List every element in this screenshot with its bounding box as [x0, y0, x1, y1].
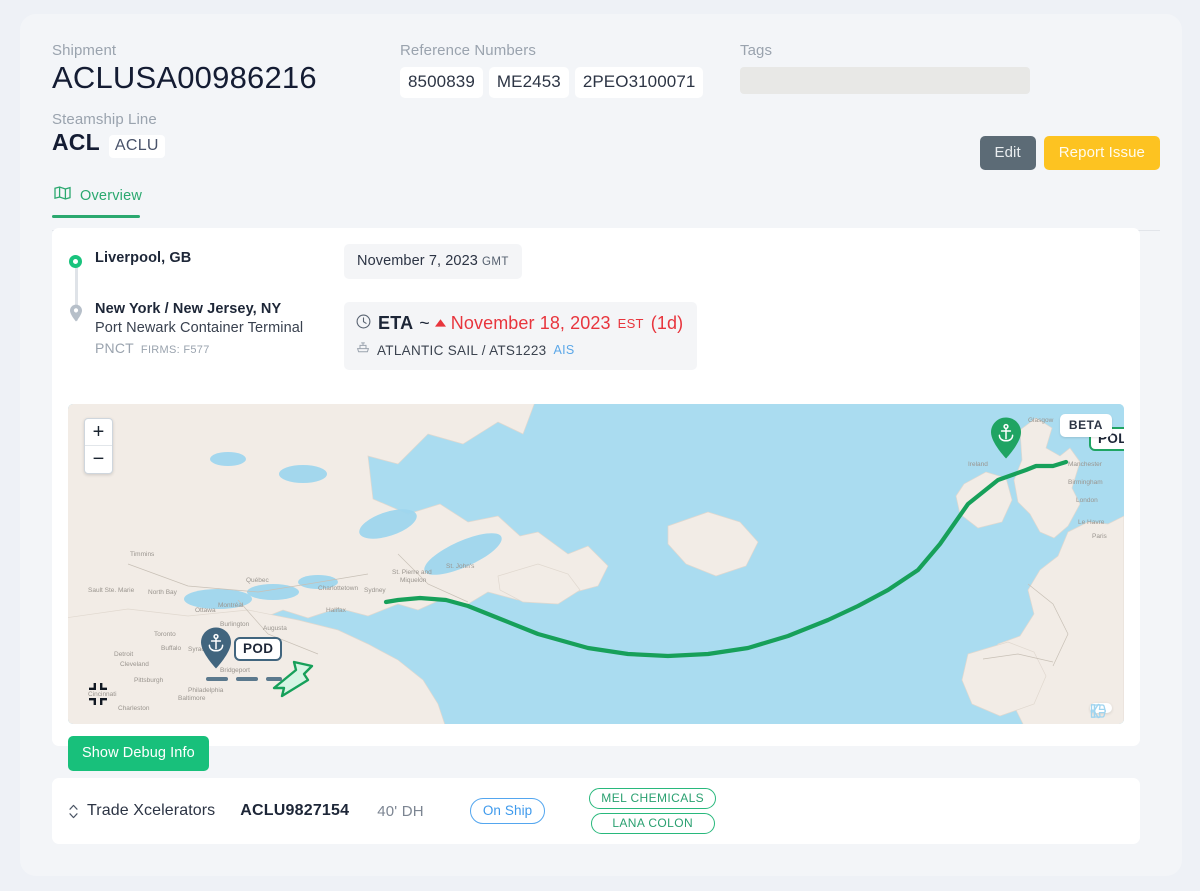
destination-pin-icon — [69, 304, 83, 322]
container-row[interactable]: Trade Xcelerators ACLU9827154 40' DH On … — [52, 778, 1140, 844]
exit-fullscreen-icon[interactable] — [85, 681, 111, 707]
svg-text:Le Havre: Le Havre — [1078, 519, 1105, 526]
svg-text:Miquelon: Miquelon — [400, 577, 427, 584]
pod-label: POD — [234, 637, 282, 661]
steamship-code: ACL — [52, 129, 100, 156]
container-number: ACLU9827154 — [240, 802, 349, 820]
svg-text:Charlottetown: Charlottetown — [318, 585, 358, 592]
svg-text:Paris: Paris — [1092, 533, 1108, 540]
departure-date: November 7, 2023 — [357, 253, 478, 269]
steamship-label: Steamship Line — [52, 111, 1160, 128]
container-tag: LANA COLON — [591, 813, 715, 834]
tab-active-indicator — [52, 215, 140, 218]
tab-overview-label: Overview — [80, 188, 142, 204]
container-size: 40' DH — [377, 803, 424, 820]
svg-text:Birmingham: Birmingham — [1068, 479, 1103, 486]
zoom-in-button[interactable]: + — [85, 419, 112, 446]
sort-toggle-icon[interactable] — [68, 803, 79, 820]
svg-text:Sydney: Sydney — [364, 587, 386, 594]
beta-badge: BETA — [1060, 414, 1112, 437]
eta-date: November 18, 2023 — [451, 313, 611, 334]
eta-timezone: EST — [618, 316, 644, 331]
container-tag: MEL CHEMICALS — [589, 788, 716, 809]
svg-text:North Bay: North Bay — [148, 589, 178, 596]
overview-card: Liverpool, GB New York / New Jersey, NY … — [52, 228, 1140, 746]
origin-dot-icon — [69, 255, 82, 268]
edit-button[interactable]: Edit — [980, 136, 1036, 170]
svg-text:St. John's: St. John's — [446, 563, 475, 570]
eta-delta: (1d) — [651, 313, 683, 334]
map-feedback-controls — [1090, 703, 1112, 713]
tags-input[interactable] — [740, 67, 1030, 94]
eta-box: ETA ~ November 18, 2023 EST (1d) ATLANTI… — [344, 302, 697, 370]
steamship-scac: ACLU — [109, 135, 165, 158]
svg-text:Québec: Québec — [246, 577, 270, 584]
container-status-badge: On Ship — [470, 798, 545, 824]
svg-text:Philadelphia: Philadelphia — [188, 687, 224, 694]
reference-numbers-block: Reference Numbers 8500839 ME2453 2PEO310… — [400, 42, 703, 98]
map-book-icon — [54, 186, 71, 205]
svg-text:Pittsburgh: Pittsburgh — [134, 677, 164, 684]
app-panel: Shipment ACLUSA00986216 Steamship Line A… — [20, 14, 1182, 876]
svg-text:Augusta: Augusta — [263, 625, 287, 632]
departure-timezone: GMT — [482, 256, 509, 268]
timeline-origin: Liverpool, GB — [68, 250, 368, 266]
svg-text:Charleston: Charleston — [118, 705, 150, 712]
svg-text:Buffalo: Buffalo — [161, 645, 182, 652]
container-card: Trade Xcelerators ACLU9827154 40' DH On … — [52, 778, 1140, 844]
tags-block: Tags — [740, 42, 1030, 94]
container-tags: MEL CHEMICALS LANA COLON — [589, 788, 716, 834]
reference-chip[interactable]: 2PEO3100071 — [575, 67, 704, 98]
svg-text:Cleveland: Cleveland — [120, 661, 149, 668]
zoom-out-button[interactable]: − — [85, 446, 112, 473]
reference-chip[interactable]: 8500839 — [400, 67, 483, 98]
tab-bar: Overview — [52, 186, 1160, 231]
eta-approx-symbol: ~ — [419, 313, 430, 334]
svg-text:Halifax: Halifax — [326, 607, 347, 614]
tab-overview[interactable]: Overview — [52, 186, 150, 217]
svg-text:Toronto: Toronto — [154, 631, 176, 638]
destination-code: PNCT — [95, 340, 134, 356]
header-actions: Edit Report Issue — [980, 136, 1161, 170]
report-issue-button[interactable]: Report Issue — [1044, 136, 1160, 170]
svg-text:Manchester: Manchester — [1068, 461, 1103, 468]
route-timeline: Liverpool, GB New York / New Jersey, NY … — [68, 248, 368, 356]
destination-firms: FIRMS: F577 — [141, 344, 210, 356]
clock-icon — [356, 314, 371, 334]
svg-text:St. Pierre and: St. Pierre and — [392, 569, 432, 576]
svg-text:Ottawa: Ottawa — [195, 607, 216, 614]
destination-terminal: Port Newark Container Terminal — [95, 320, 368, 336]
svg-text:Detroit: Detroit — [114, 651, 133, 658]
svg-text:Baltimore: Baltimore — [178, 695, 206, 702]
reference-number-chips: 8500839 ME2453 2PEO3100071 — [400, 67, 703, 98]
timeline-destination: New York / New Jersey, NY Port Newark Co… — [68, 301, 368, 356]
show-debug-info-button[interactable]: Show Debug Info — [68, 736, 209, 771]
shipment-header: Shipment ACLUSA00986216 Steamship Line A… — [52, 42, 1160, 158]
map-canvas: TimminsSault Ste. Marie North BayOttawa … — [68, 404, 1124, 724]
vessel-voyage: ATLANTIC SAIL / ATS1223 — [377, 343, 546, 358]
svg-text:Montréal: Montréal — [218, 602, 244, 609]
svg-text:London: London — [1076, 497, 1098, 504]
tags-label: Tags — [740, 42, 1030, 59]
ais-link[interactable]: AIS — [553, 343, 574, 357]
destination-name: New York / New Jersey, NY — [95, 301, 368, 317]
map-zoom-controls: + − — [84, 418, 113, 474]
container-shipper: Trade Xcelerators — [87, 802, 215, 820]
svg-text:Sault Ste. Marie: Sault Ste. Marie — [88, 587, 135, 594]
ship-icon — [356, 341, 370, 359]
route-map[interactable]: TimminsSault Ste. Marie North BayOttawa … — [68, 404, 1124, 724]
origin-name: Liverpool, GB — [95, 250, 368, 266]
eta-label: ETA — [378, 313, 413, 334]
svg-text:Timmins: Timmins — [130, 551, 155, 558]
departure-date-box: November 7, 2023 GMT — [344, 244, 522, 279]
eta-trend-up-icon — [434, 315, 447, 333]
reference-numbers-label: Reference Numbers — [400, 42, 703, 59]
svg-text:Glasgow: Glasgow — [1028, 417, 1054, 424]
reference-chip[interactable]: ME2453 — [489, 67, 569, 98]
svg-text:Ireland: Ireland — [968, 461, 988, 468]
